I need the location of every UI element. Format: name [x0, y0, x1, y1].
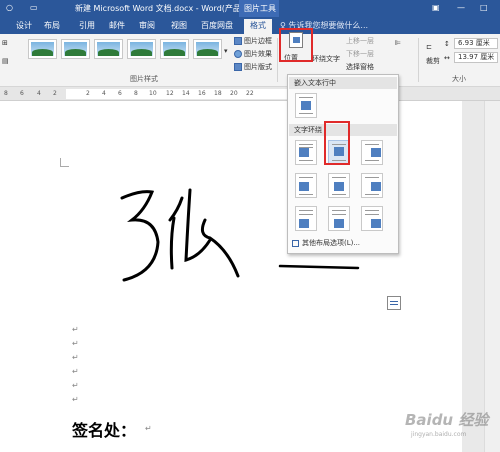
picture-styles-group-label: 图片样式 [130, 75, 158, 83]
position-top-left[interactable] [295, 140, 317, 165]
picture-style-1[interactable] [28, 39, 57, 59]
minimize-button[interactable]: — [457, 3, 465, 12]
picture-style-5[interactable] [160, 39, 189, 59]
picture-border-button[interactable]: 图片边框 [234, 36, 272, 46]
signature-label: 签名处： [72, 421, 137, 440]
paragraph-mark: ↵ [72, 325, 79, 334]
send-backward-button[interactable]: 下移一层 [346, 49, 374, 59]
watermark-brand: Baidu 经验 [405, 411, 489, 429]
watermark-url: jingyan.baidu.com [411, 431, 467, 438]
maximize-button[interactable]: □ [480, 3, 488, 12]
height-field[interactable]: 6.93 厘米 [454, 38, 498, 49]
more-layout-options[interactable]: 其他布局选项(L)... [292, 238, 360, 248]
picture-tools-context: 图片工具 [239, 0, 279, 17]
picture-layout-icon [234, 63, 242, 71]
paragraph-mark: ↵ [72, 395, 79, 404]
remove-background-icon[interactable]: ⊞ [2, 38, 8, 48]
crop-button[interactable]: 裁剪 [426, 56, 440, 66]
paragraph-mark: ↵ [72, 381, 79, 390]
width-icon: ↔ [444, 54, 450, 62]
adjust-icon[interactable]: ▤ [2, 56, 9, 66]
layout-icon [292, 239, 299, 247]
position-top-right[interactable] [361, 140, 383, 165]
position-bottom-left[interactable] [295, 206, 317, 231]
vertical-scrollbar[interactable] [484, 101, 500, 452]
wrap-text-button[interactable]: 环绕文字 [312, 54, 340, 64]
ribbon-tabs: 设计 布局 引用 邮件 审阅 视图 百度网盘 格式 ♀ 告诉我您想要做什么... [0, 17, 500, 34]
tab-mailings[interactable]: 邮件 [109, 19, 125, 32]
styles-scroll-icon[interactable]: ▾ [224, 46, 228, 56]
horizontal-ruler[interactable]: 8 6 4 2 2 4 6 8 10 12 14 16 18 20 22 [0, 87, 500, 101]
height-icon: ↕ [444, 40, 450, 48]
ribbon-display-icon[interactable]: ▣ [432, 3, 440, 12]
paragraph-mark: ↵ [72, 339, 79, 348]
selection-pane-button[interactable]: 选择窗格 [346, 62, 374, 72]
tab-review[interactable]: 审阅 [139, 19, 155, 32]
layout-options-icon [390, 301, 398, 305]
quick-access-icon[interactable]: ○ [6, 3, 13, 12]
picture-layout-button[interactable]: 图片版式 [234, 62, 272, 72]
crop-icon[interactable]: ⊏ [426, 42, 432, 52]
inline-with-text-option[interactable] [295, 93, 317, 118]
tab-references[interactable]: 引用 [79, 19, 95, 32]
picture-border-icon [234, 37, 242, 45]
picture-style-3[interactable] [94, 39, 123, 59]
tab-format[interactable]: 格式 [244, 19, 272, 34]
picture-effects-button[interactable]: 图片效果 [234, 49, 272, 59]
bring-forward-button[interactable]: 上移一层 [346, 36, 374, 46]
width-field[interactable]: 13.97 厘米 [454, 52, 498, 63]
position-middle-left[interactable] [295, 173, 317, 198]
tab-layout[interactable]: 布局 [44, 19, 60, 32]
picture-effects-icon [234, 50, 242, 58]
position-middle-center[interactable] [328, 173, 350, 198]
tab-design[interactable]: 设计 [16, 19, 32, 32]
size-group-label: 大小 [452, 75, 466, 83]
position-bottom-center[interactable] [328, 206, 350, 231]
margin-corner-mark [60, 158, 69, 167]
align-icon[interactable]: ⊫ [395, 38, 401, 48]
picture-style-2[interactable] [61, 39, 90, 59]
layout-options-button[interactable] [387, 296, 401, 310]
paragraph-mark: ↵ [145, 424, 152, 433]
picture-style-6[interactable] [193, 39, 222, 59]
tab-view[interactable]: 视图 [171, 19, 187, 32]
baidu-watermark: Baidu 经验 jingyan.baidu.com [385, 405, 497, 445]
window-title: 新建 Microsoft Word 文档.docx - Word(产品... [75, 4, 249, 13]
paragraph-mark: ↵ [72, 367, 79, 376]
save-icon[interactable]: ▭ [30, 3, 38, 12]
ribbon: ⊞ ▤ ▾ 图片边框 图片效果 图片版式 图片样式 环绕文字 上移一层 下移一层… [0, 34, 500, 87]
tab-baidu-netdisk[interactable]: 百度网盘 [201, 19, 233, 32]
title-bar: ○ ▭ 新建 Microsoft Word 文档.docx - Word(产品.… [0, 0, 500, 17]
wrap-highlight-box [324, 121, 350, 165]
paragraph-mark: ↵ [72, 353, 79, 362]
position-bottom-right[interactable] [361, 206, 383, 231]
position-middle-right[interactable] [361, 173, 383, 198]
picture-style-4[interactable] [127, 39, 156, 59]
inline-section-header: 嵌入文本行中 [289, 77, 397, 89]
position-highlight-box [279, 28, 313, 62]
